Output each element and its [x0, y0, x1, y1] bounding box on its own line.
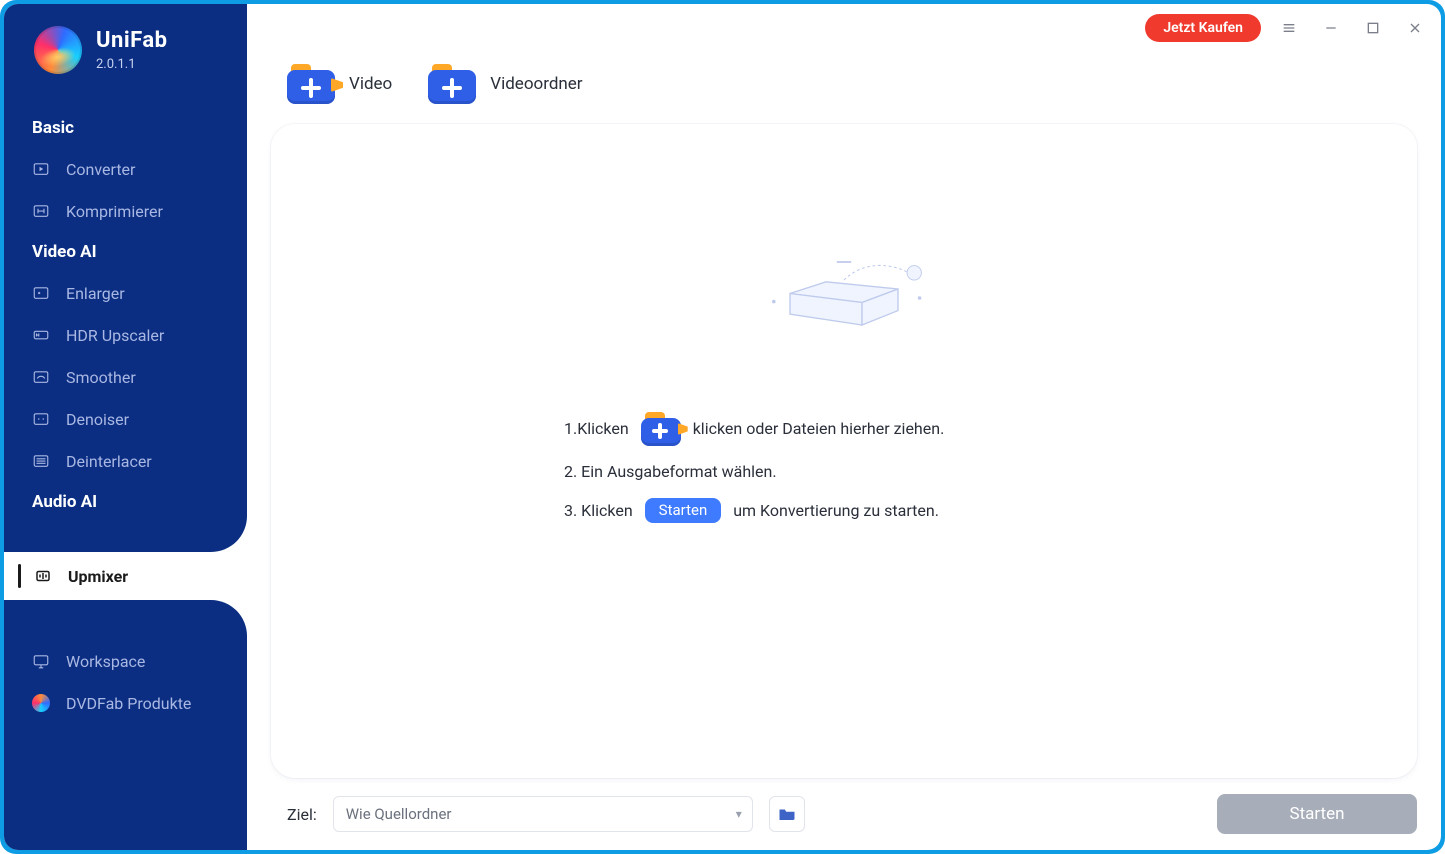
app-logo	[34, 26, 82, 74]
empty-box-illustration	[754, 244, 934, 334]
destination-select[interactable]: Wie Quellordner	[333, 796, 753, 832]
monitor-icon	[32, 652, 50, 670]
menu-button[interactable]	[1275, 14, 1303, 42]
sidebar-item-smoother[interactable]: Smoother	[4, 356, 247, 398]
upmixer-icon	[34, 567, 52, 585]
add-folder-icon	[428, 64, 476, 104]
brand-name: UniFab	[96, 28, 168, 53]
sidebar-item-upmixer[interactable]: Upmixer	[4, 554, 247, 598]
denoise-icon	[32, 410, 50, 428]
step-1-text-b: klicken oder Dateien hierher ziehen.	[693, 421, 945, 437]
start-chip: Starten	[645, 498, 722, 523]
sidebar-item-label: Deinterlacer	[66, 452, 152, 471]
sidebar-item-label: Komprimierer	[66, 202, 163, 221]
play-box-icon	[32, 160, 50, 178]
sidebar-item-label: Denoiser	[66, 410, 129, 429]
add-folder-label: Videoordner	[490, 74, 582, 94]
sidebar-item-label: Workspace	[66, 652, 145, 671]
sidebar-item-label: HDR Upscaler	[66, 326, 164, 345]
folder-icon	[778, 807, 796, 821]
step-3-text-a: 3. Klicken	[564, 503, 633, 519]
add-video-button[interactable]: Video	[287, 64, 392, 104]
smooth-icon	[32, 368, 50, 386]
close-button[interactable]	[1401, 14, 1429, 42]
step-1: 1.Klicken klicken oder Dateien hierher z…	[564, 412, 1124, 446]
sidebar: UniFab 2.0.1.1 Basic Converter Komprimie	[4, 4, 247, 850]
sidebar-item-dvdfab[interactable]: DVDFab Produkte	[4, 682, 247, 724]
compress-icon	[32, 202, 50, 220]
add-video-folder-button[interactable]: Videoordner	[428, 64, 582, 104]
toolbar: Video Videoordner	[247, 44, 1441, 114]
sidebar-item-label: Converter	[66, 160, 135, 179]
step-3: 3. Klicken Starten um Konvertierung zu s…	[564, 498, 1124, 523]
add-video-icon	[641, 412, 681, 446]
bottom-bar: Ziel: Wie Quellordner Starten	[247, 778, 1441, 850]
sidebar-item-enlarger[interactable]: Enlarger	[4, 272, 247, 314]
titlebar: Jetzt Kaufen	[247, 4, 1441, 44]
sidebar-item-workspace[interactable]: Workspace	[4, 640, 247, 682]
brand-version: 2.0.1.1	[96, 57, 168, 72]
sidebar-item-label: Smoother	[66, 368, 136, 387]
step-2-text: 2. Ein Ausgabeformat wählen.	[564, 464, 777, 480]
sidebar-item-deinterlacer[interactable]: Deinterlacer	[4, 440, 247, 482]
hdr-icon	[32, 326, 50, 344]
sidebar-item-label: Upmixer	[68, 567, 128, 586]
sidebar-item-label: Enlarger	[66, 284, 125, 303]
add-video-label: Video	[349, 74, 392, 94]
step-3-text-b: um Konvertierung zu starten.	[733, 503, 939, 519]
start-button[interactable]: Starten	[1217, 794, 1417, 834]
enlarge-icon	[32, 284, 50, 302]
sidebar-section-audioai: Audio AI	[4, 482, 247, 522]
destination-label: Ziel:	[287, 805, 317, 824]
add-video-icon	[287, 64, 335, 104]
maximize-button[interactable]	[1359, 14, 1387, 42]
sidebar-section-basic: Basic	[4, 108, 247, 148]
sidebar-section-videoai: Video AI	[4, 232, 247, 272]
instructions: 1.Klicken klicken oder Dateien hierher z…	[564, 394, 1124, 541]
sidebar-item-converter[interactable]: Converter	[4, 148, 247, 190]
dvdfab-icon	[32, 694, 50, 712]
sidebar-item-hdr[interactable]: HDR Upscaler	[4, 314, 247, 356]
brand: UniFab 2.0.1.1	[4, 26, 247, 74]
destination-value: Wie Quellordner	[346, 805, 452, 823]
step-2: 2. Ein Ausgabeformat wählen.	[564, 464, 1124, 480]
browse-folder-button[interactable]	[769, 796, 805, 832]
sidebar-item-denoiser[interactable]: Denoiser	[4, 398, 247, 440]
minimize-button[interactable]	[1317, 14, 1345, 42]
drop-zone[interactable]: 1.Klicken klicken oder Dateien hierher z…	[271, 124, 1417, 778]
buy-now-button[interactable]: Jetzt Kaufen	[1145, 14, 1261, 42]
sidebar-item-label: DVDFab Produkte	[66, 694, 191, 713]
step-1-text-a: 1.Klicken	[564, 421, 629, 437]
deinterlace-icon	[32, 452, 50, 470]
sidebar-item-komprimierer[interactable]: Komprimierer	[4, 190, 247, 232]
